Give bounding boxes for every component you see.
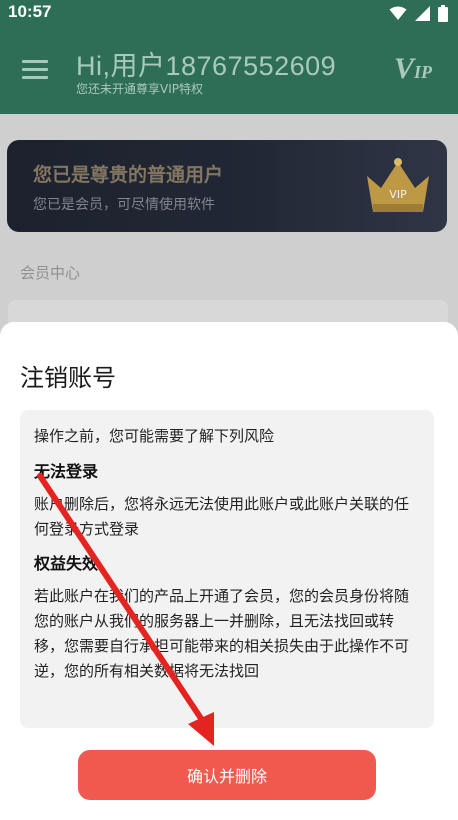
app-bar: Hi,用户18767552609 您还未开通尊享VIP特权 VIP — [0, 26, 458, 114]
wifi-icon — [389, 6, 407, 20]
delete-account-sheet: 注销账号 操作之前，您可能需要了解下列风险 无法登录 账户删除后，您将永远无法使… — [0, 322, 458, 820]
vip-logo[interactable]: VIP — [394, 52, 432, 86]
sheet-title: 注销账号 — [20, 364, 116, 392]
vip-logo-main: V — [393, 52, 414, 85]
status-icons — [389, 4, 448, 22]
risk-info-box: 操作之前，您可能需要了解下列风险 无法登录 账户删除后，您将永远无法使用此账户或… — [20, 410, 434, 728]
status-bar: 10:57 — [0, 0, 458, 26]
risk-intro: 操作之前，您可能需要了解下列风险 — [34, 427, 275, 445]
vip-logo-small: IP — [414, 62, 432, 82]
risk-text: 若此账户在我们的产品上开通了会员，您的会员身份将随您的账户从我们的服务器上一并删… — [34, 587, 410, 680]
cellular-signal-icon — [415, 5, 430, 21]
confirm-delete-button[interactable]: 确认并删除 — [78, 750, 376, 800]
menu-icon[interactable] — [22, 60, 48, 80]
vip-hint: 您还未开通尊享VIP特权 — [76, 82, 203, 96]
risk-heading: 权益失效 — [34, 554, 99, 573]
user-greeting: Hi,用户18767552609 — [76, 51, 337, 81]
risk-heading: 无法登录 — [34, 462, 99, 481]
status-time: 10:57 — [8, 2, 52, 21]
risk-text: 账户删除后，您将永远无法使用此账户或此账户关联的任何登录方式登录 — [34, 495, 410, 538]
battery-icon — [438, 4, 448, 22]
